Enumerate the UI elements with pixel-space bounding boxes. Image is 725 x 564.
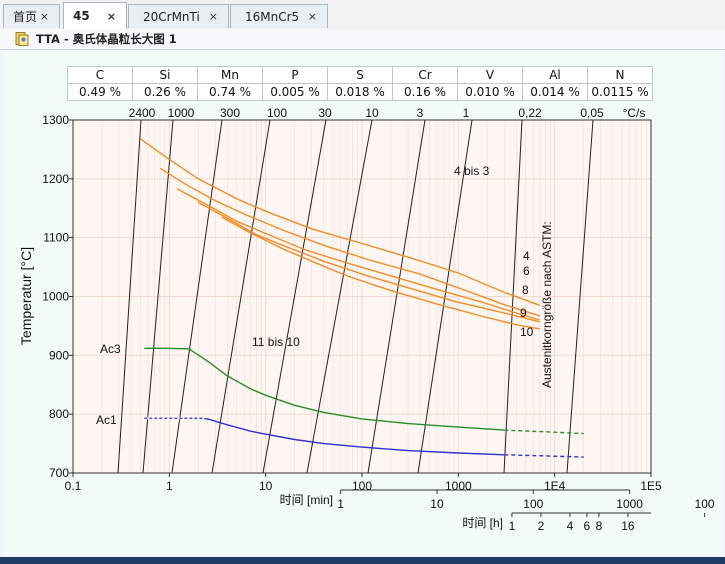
- heating-rate-label: 2400: [129, 106, 156, 120]
- min-tick-label: 10: [430, 497, 444, 511]
- grain-size-label: 4: [523, 249, 530, 263]
- hour-tick-label: 2: [538, 519, 545, 533]
- heating-rate-label: 0,22: [518, 106, 542, 120]
- x-tick-label: 100: [352, 479, 372, 493]
- y-tick-label: 700: [49, 466, 69, 480]
- y-tick-label: 800: [49, 407, 69, 421]
- hour-tick-label: 100: [695, 497, 715, 511]
- heating-rate-label: 10: [365, 106, 379, 120]
- grain-size-label: 9: [520, 306, 527, 320]
- grain-size-label: 6: [523, 264, 530, 278]
- heating-rate-label: 3: [417, 106, 424, 120]
- heating-rate-label: 1000: [168, 106, 195, 120]
- hour-tick-label: 1: [509, 519, 516, 533]
- grain-size-label: 8: [522, 283, 529, 297]
- heating-rate-unit: °C/s: [623, 106, 646, 120]
- x-tick-label: 1: [166, 479, 173, 493]
- min-tick-label: 100: [523, 497, 543, 511]
- x-tick-label: 1E5: [640, 479, 662, 493]
- y-tick-label: 1100: [43, 231, 69, 245]
- grain-group-label: 4 bis 3: [454, 164, 490, 178]
- ac3-label: Ac3: [100, 342, 121, 356]
- tta-chart: 2400 1000 300 100 30 10 3 1 0,22 0,05 °C/s468910Ac…: [18, 106, 715, 533]
- min-tick-label: 1: [337, 497, 344, 511]
- hour-tick-label: 4: [567, 519, 574, 533]
- x-tick-label: 1E4: [544, 479, 566, 493]
- heating-rate-label: 30: [318, 106, 332, 120]
- hour-tick-label: 8: [596, 519, 603, 533]
- heating-rate-label: 100: [267, 106, 287, 120]
- hour-axis-label: 时间 [h]: [462, 516, 503, 530]
- hour-tick-label: 6: [584, 519, 591, 533]
- ac1-label: Ac1: [96, 413, 117, 427]
- heating-rate-label: 0,05: [580, 106, 604, 120]
- grain-size-label: 10: [520, 325, 534, 339]
- x-tick-label: 0.1: [65, 479, 82, 493]
- heating-rate-label: 300: [220, 106, 240, 120]
- grain-group-label: 11 bis 10: [252, 335, 300, 349]
- y-tick-label: 1000: [42, 290, 69, 304]
- status-bar: [0, 557, 725, 564]
- heating-rate-label: 1: [463, 106, 470, 120]
- min-tick-label: 1000: [616, 497, 643, 511]
- x-tick-label: 10: [259, 479, 273, 493]
- hour-tick-label: 16: [621, 519, 635, 533]
- y-tick-label: 1200: [42, 172, 69, 186]
- y-tick-label: 900: [49, 348, 69, 362]
- grain-size-axis-label: Austenitkorngröße nach ASTM:: [540, 221, 554, 388]
- y-tick-label: 1300: [42, 113, 69, 127]
- x-tick-label: 1000: [445, 479, 472, 493]
- min-axis-label: 时间 [min]: [280, 493, 333, 507]
- y-axis-label: Temperatur [°C]: [18, 247, 34, 345]
